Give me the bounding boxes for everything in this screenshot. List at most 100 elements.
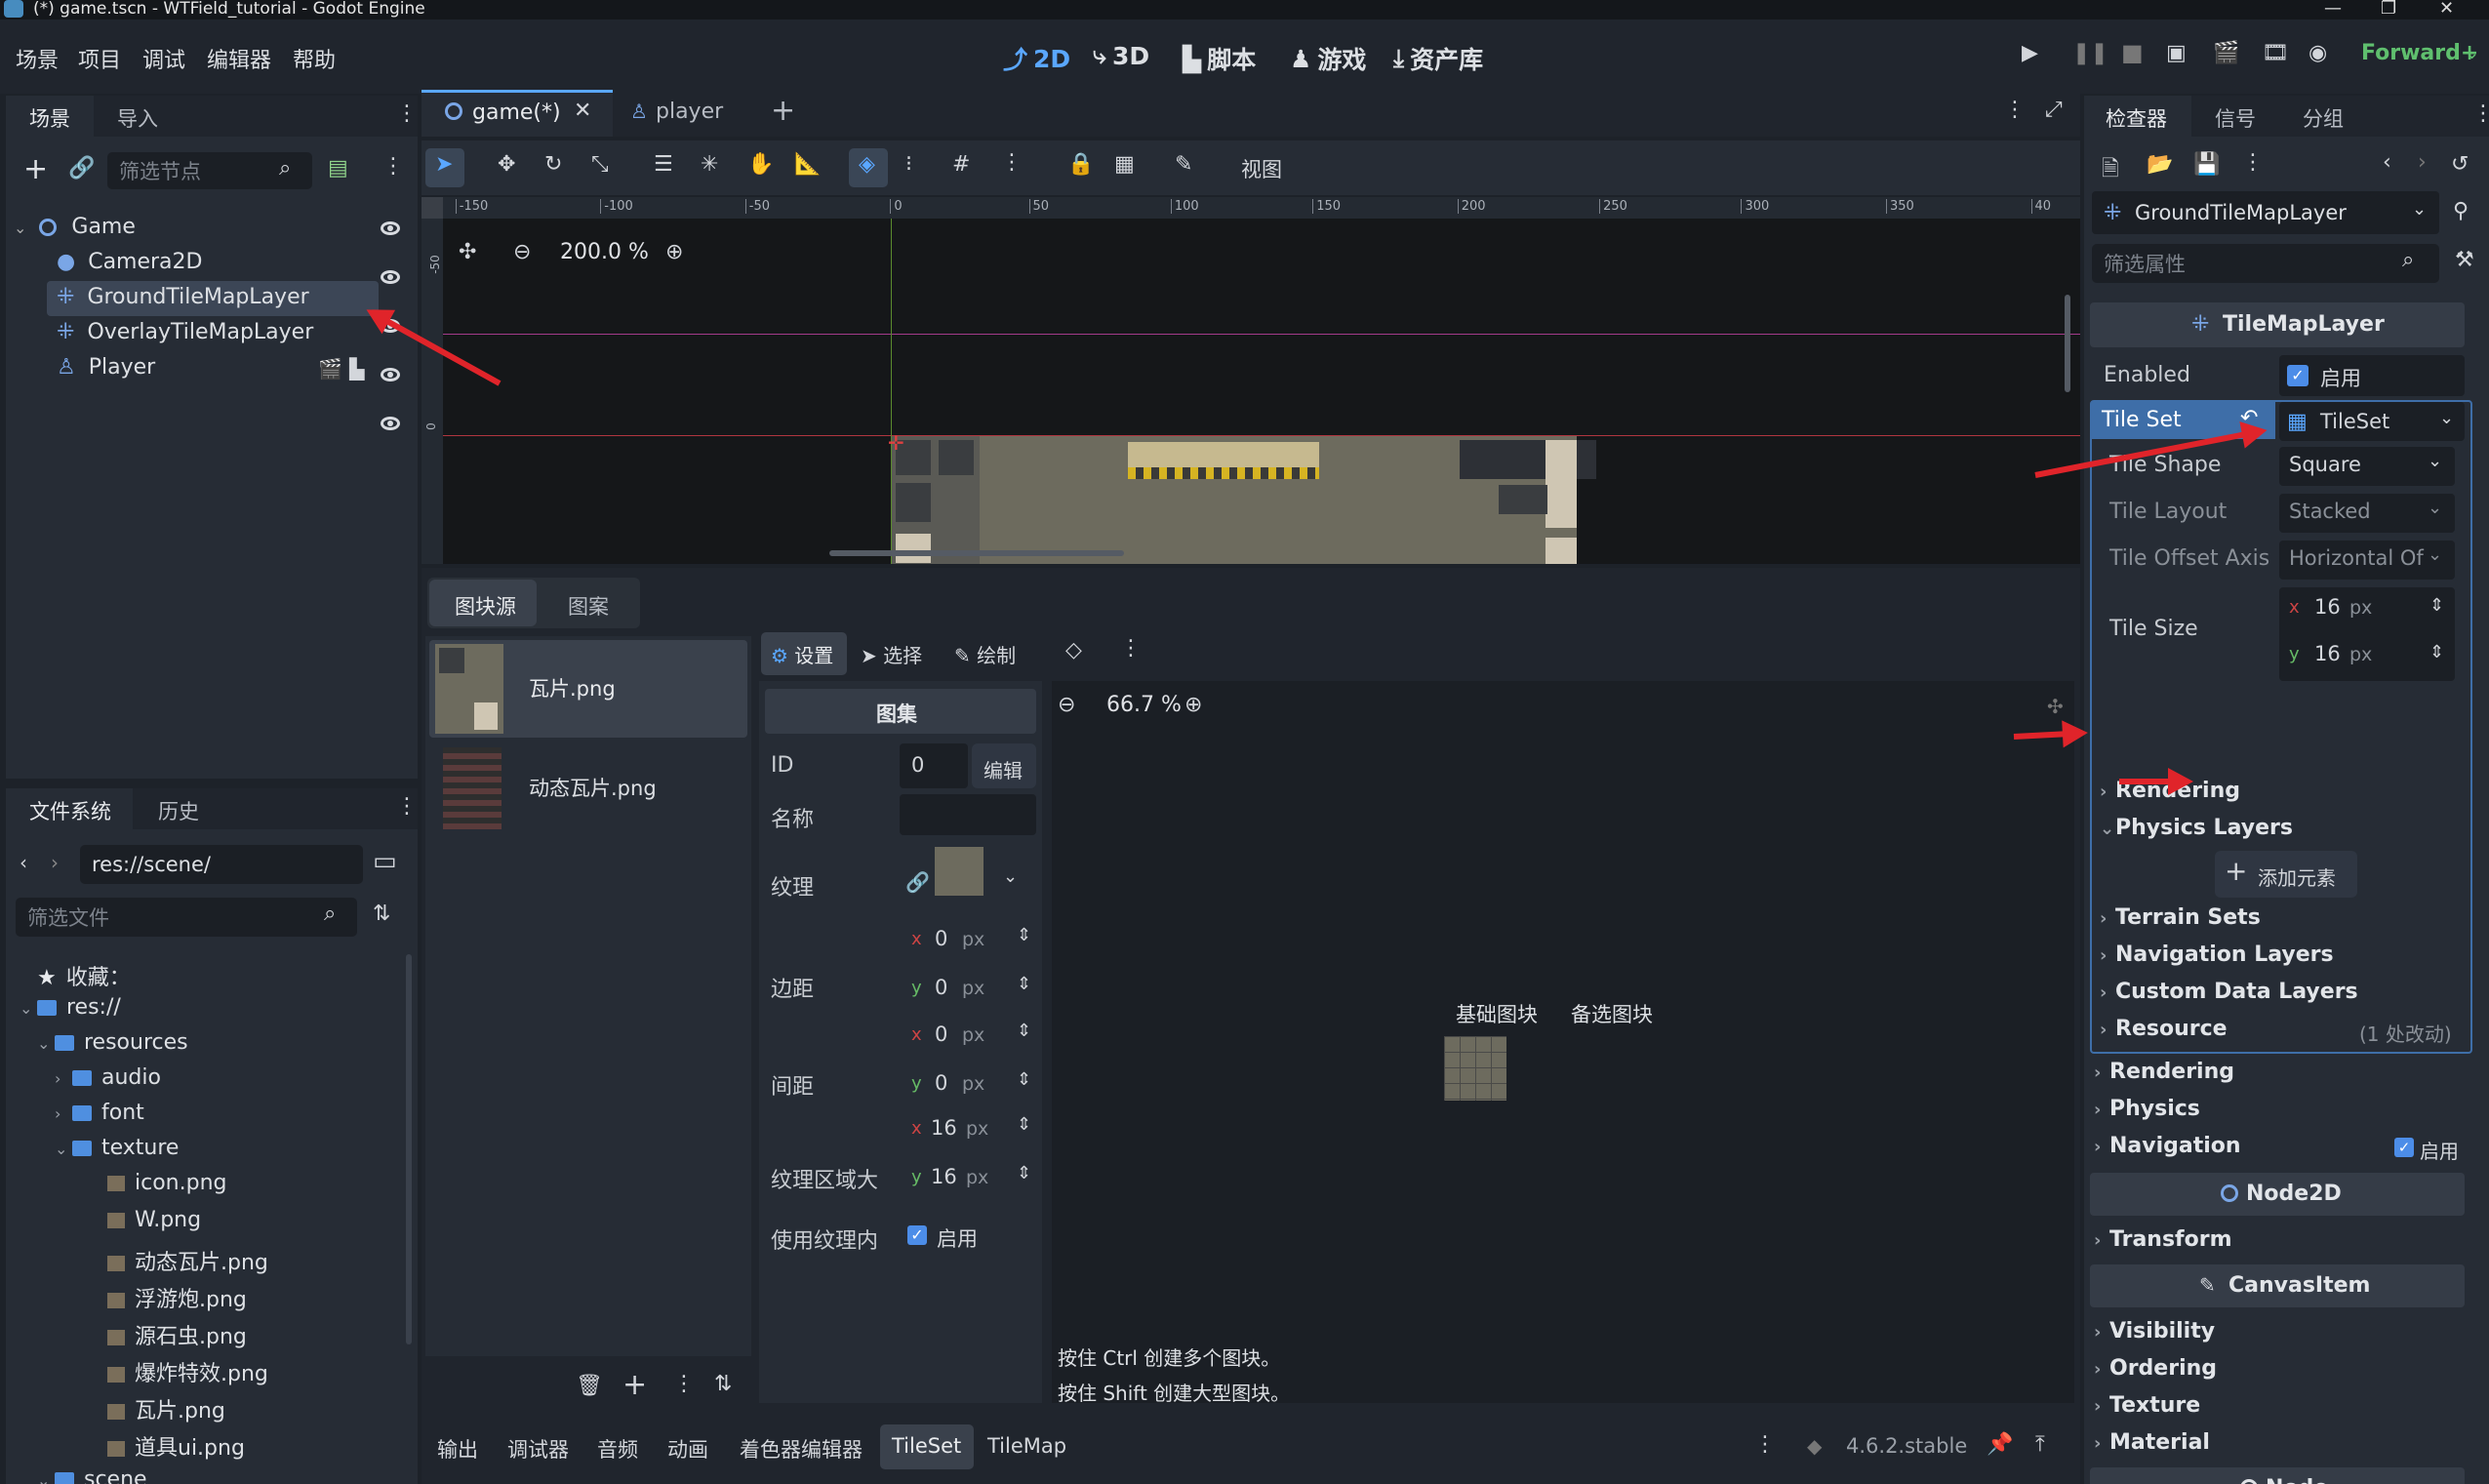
add-element-button[interactable]: + 添加元素 <box>2215 851 2357 898</box>
source-item-tiles[interactable]: 瓦片.png <box>429 640 747 738</box>
open-folder-icon[interactable]: 📂 <box>2147 152 2173 177</box>
file-item[interactable]: ⌄ res:// <box>20 995 121 1020</box>
tile-size-x[interactable]: 16 <box>2314 595 2341 619</box>
region-y-field[interactable]: 16 <box>931 1165 957 1188</box>
section-material[interactable]: › Material <box>2094 1430 2210 1455</box>
scale-tool-icon[interactable]: ⤡ <box>591 152 609 177</box>
spinner-icon[interactable]: ⇕ <box>1017 1114 1031 1135</box>
property-filter-input[interactable]: 筛选属性 <box>2092 244 2439 283</box>
pin-icon[interactable]: 📌 <box>1987 1432 2013 1457</box>
stop-icon[interactable]: ■ <box>2121 39 2144 66</box>
visibility-eye-icon[interactable] <box>381 417 400 430</box>
rotate-tool-icon[interactable]: ↻ <box>544 152 562 177</box>
source-item-animated-tiles[interactable]: 动态瓦片.png <box>429 743 747 835</box>
edit-id-button[interactable]: 编辑 <box>972 743 1036 788</box>
play-scene-icon[interactable]: 🎬 <box>2213 41 2239 65</box>
file-item[interactable]: W.png <box>90 1208 201 1232</box>
view-menu-button[interactable]: 视图 <box>1241 154 1282 183</box>
chevron-down-icon[interactable]: ⌄ <box>2465 43 2479 63</box>
atlas-view[interactable]: ⊖ 66.7 % ⊕ ✣ 基础图块 备选图块 按住 Ctrl 创建多个图块。 按… <box>1052 681 2074 1405</box>
file-item[interactable]: › audio <box>55 1065 161 1090</box>
tab-debugger[interactable]: 调试器 <box>507 1434 569 1464</box>
forward-icon[interactable]: › <box>51 851 59 874</box>
menu-scene[interactable]: 场景 <box>16 43 59 74</box>
kebab-menu-icon[interactable]: ⋮ <box>396 101 418 126</box>
file-item[interactable]: 爆炸特效.png <box>90 1356 268 1387</box>
add-node-icon[interactable]: + <box>23 152 48 186</box>
tree-item-player[interactable]: ♙ Player <box>57 355 155 380</box>
tab-filesystem[interactable]: 文件系统 <box>29 796 111 825</box>
lock-icon[interactable]: 🔒 <box>1067 152 1094 177</box>
renderer-select[interactable]: Forward+ <box>2361 41 2478 65</box>
navigation-enabled-checkbox[interactable]: ✓ <box>2394 1138 2414 1157</box>
tab-history[interactable]: 历史 <box>158 796 199 825</box>
file-item[interactable]: 动态瓦片.png <box>90 1245 268 1276</box>
spinner-icon[interactable]: ⇕ <box>1017 1163 1031 1183</box>
select-tool-icon[interactable]: ➤ <box>435 152 453 177</box>
v-scrollbar[interactable] <box>2065 295 2070 392</box>
center-view-icon[interactable]: ✣ <box>2047 695 2064 718</box>
link-icon[interactable]: 🔗 <box>68 156 95 180</box>
scene-instance-icon[interactable]: 🎬 <box>318 357 342 381</box>
tile-size-y[interactable]: 16 <box>2314 642 2341 665</box>
bone-icon[interactable]: ✎ <box>1175 152 1192 177</box>
split-view-icon[interactable]: ▭ <box>373 847 397 876</box>
save-icon[interactable]: 💾 <box>2193 152 2220 177</box>
file-item[interactable]: 瓦片.png <box>90 1393 225 1424</box>
tab-animation[interactable]: 动画 <box>667 1434 708 1464</box>
tab-tileset[interactable]: TileSet <box>892 1434 961 1458</box>
file-item[interactable]: 源石虫.png <box>90 1319 247 1350</box>
visibility-eye-icon[interactable] <box>381 270 400 284</box>
chevron-down-icon[interactable]: ⌄ <box>2428 451 2442 471</box>
tab-output[interactable]: 输出 <box>437 1434 478 1464</box>
add-source-icon[interactable]: + <box>622 1368 647 1402</box>
object-properties-icon[interactable]: ⚲ <box>2453 199 2469 223</box>
attach-script-icon[interactable]: ▤ <box>328 156 348 180</box>
tree-item-overlaytilemaplayer[interactable]: ⁜ OverlayTileMapLayer <box>57 320 313 344</box>
list-select-icon[interactable]: ☰ <box>654 152 673 177</box>
tile-offset-axis-select[interactable]: Horizontal Of ⌄ <box>2279 541 2455 580</box>
tab-import[interactable]: 导入 <box>117 103 158 133</box>
tile-shape-select[interactable]: Square ⌄ <box>2279 447 2455 486</box>
back-icon[interactable]: ‹ <box>20 851 27 874</box>
minimize-icon[interactable]: — <box>2324 0 2342 19</box>
smart-snap-icon[interactable]: ◈ <box>859 152 875 177</box>
id-field[interactable]: 0 <box>900 743 968 788</box>
tab-tilemap[interactable]: TileMap <box>987 1434 1066 1458</box>
kebab-menu-icon[interactable]: ⋮ <box>1754 1432 1776 1457</box>
remote-debug-icon[interactable]: ▣ <box>2166 41 2187 65</box>
section-texture[interactable]: › Texture <box>2094 1393 2200 1418</box>
tab-audio[interactable]: 音频 <box>597 1434 638 1464</box>
tab-groups[interactable]: 分组 <box>2303 103 2344 133</box>
center-view-icon[interactable]: ✣ <box>459 240 476 264</box>
sort-icon[interactable]: ⇅ <box>373 902 390 926</box>
favorites-item[interactable]: ★ 收藏： <box>20 960 131 991</box>
pivot-tool-icon[interactable]: ✳ <box>701 152 718 177</box>
distraction-free-icon[interactable]: ⤢ <box>2045 98 2063 122</box>
menu-project[interactable]: 项目 <box>78 43 121 74</box>
atlas-zoom-level[interactable]: 66.7 % <box>1106 693 1182 717</box>
ruler-tool-icon[interactable]: 📐 <box>794 152 821 177</box>
chevron-down-icon[interactable]: ⌄ <box>1003 866 1018 887</box>
history-icon[interactable]: ↺ <box>2451 152 2469 177</box>
zoom-in-icon[interactable]: ⊕ <box>1184 693 1202 717</box>
chevron-down-icon[interactable]: ⌄ <box>2428 498 2442 518</box>
tree-item-groundtilemaplayer[interactable]: ⁜ GroundTileMapLayer <box>57 285 309 309</box>
spinner-icon[interactable]: ⇕ <box>2429 642 2444 662</box>
enabled-checkbox[interactable]: ✓ <box>2287 365 2308 386</box>
atlas-texture[interactable] <box>1444 1036 1506 1101</box>
separation-x-field[interactable]: 0 <box>935 1023 947 1046</box>
file-item[interactable]: icon.png <box>90 1171 226 1195</box>
zoom-level[interactable]: 200.0 % <box>560 240 649 264</box>
use-padding-checkbox[interactable]: ✓ <box>907 1225 927 1245</box>
expand-panel-icon[interactable]: ⤒ <box>2035 1432 2045 1457</box>
grid-snap-icon[interactable]: # <box>952 152 970 177</box>
tree-item-camera2d[interactable]: ● Camera2D <box>57 250 202 274</box>
mode-script-button[interactable]: ▙ 脚本 <box>1183 41 1256 76</box>
file-item[interactable]: ⌄ scene <box>37 1467 147 1484</box>
file-item[interactable]: ⌄ texture <box>55 1136 179 1160</box>
tab-signals[interactable]: 信号 <box>2215 103 2256 133</box>
kebab-menu-icon[interactable]: ⋮ <box>673 1372 695 1396</box>
section-custom-data-layers[interactable]: › Custom Data Layers <box>2100 980 2358 1004</box>
tab-game[interactable]: game(*) ✕ <box>422 90 613 137</box>
